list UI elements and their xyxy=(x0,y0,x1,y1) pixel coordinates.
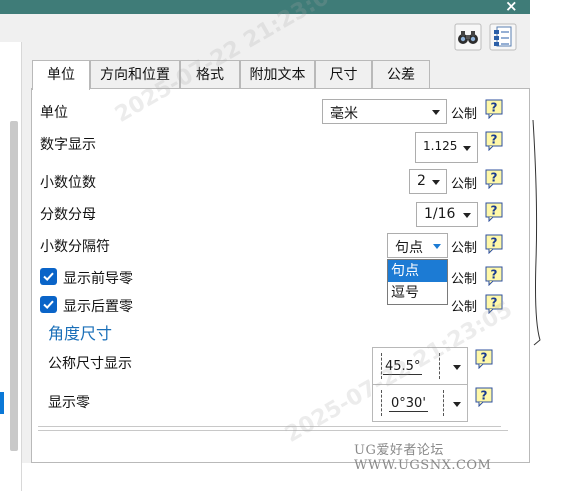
dropdown-option-comma[interactable]: 逗号 xyxy=(388,282,447,304)
help-icon[interactable]: ? xyxy=(485,234,503,255)
left-scrollbar[interactable] xyxy=(10,121,18,451)
svg-text:?: ? xyxy=(491,171,498,185)
extension-line xyxy=(381,390,382,416)
extension-line xyxy=(381,353,382,379)
decimal-places-value: 2 xyxy=(417,173,426,189)
units-metric-label: 公制 xyxy=(451,107,478,122)
units-select[interactable]: 毫米 xyxy=(322,99,447,124)
group-divider xyxy=(38,430,508,431)
close-button[interactable]: × xyxy=(505,0,518,15)
numeric-display-select[interactable]: 1.125 xyxy=(415,132,478,163)
zero-display-select[interactable]: 0°30' xyxy=(372,384,468,422)
decimal-separator-metric-label: 公制 xyxy=(451,241,478,256)
leading-zeros-metric-label: 公制 xyxy=(451,272,478,287)
chevron-down-icon xyxy=(463,146,471,151)
chevron-down-icon xyxy=(432,110,440,115)
title-bar xyxy=(0,0,530,14)
help-icon[interactable]: ? xyxy=(475,387,493,408)
chevron-down-icon xyxy=(432,180,440,185)
svg-text:?: ? xyxy=(491,236,498,250)
tab-units[interactable]: 单位 xyxy=(32,60,90,90)
decimal-separator-label: 小数分隔符 xyxy=(40,239,110,255)
forum-watermark: UG爱好者论坛 WWW.UGSNX.COM xyxy=(354,443,492,473)
units-select-value: 毫米 xyxy=(330,106,358,122)
binoculars-icon[interactable] xyxy=(453,23,483,51)
dropdown-option-period[interactable]: 句点 xyxy=(388,260,447,282)
extension-line xyxy=(443,390,444,416)
leading-zeros-label: 显示前导零 xyxy=(63,271,133,287)
decimal-places-label: 小数位数 xyxy=(40,175,96,191)
numeric-display-label: 数字显示 xyxy=(40,137,96,153)
svg-text:?: ? xyxy=(481,389,488,403)
svg-text:?: ? xyxy=(491,204,498,218)
graphics-area-edge xyxy=(530,0,567,463)
chevron-down-icon xyxy=(433,244,441,249)
nominal-display-label: 公称尺寸显示 xyxy=(48,356,132,372)
tab-appended-text[interactable]: 附加文本 xyxy=(240,60,315,89)
nominal-display-select[interactable]: 45.5° xyxy=(372,347,468,385)
svg-text:?: ? xyxy=(491,133,498,147)
decimal-separator-value: 句点 xyxy=(395,240,423,256)
help-icon[interactable]: ? xyxy=(485,266,503,287)
trailing-zeros-metric-label: 公制 xyxy=(451,300,478,315)
fraction-denominator-value: 1/16 xyxy=(424,206,456,222)
decimal-places-select[interactable]: 2 xyxy=(409,169,447,194)
decimal-separator-select[interactable]: 句点 xyxy=(387,233,448,258)
help-icon[interactable]: ? xyxy=(485,131,503,152)
tab-orientation-position[interactable]: 方向和位置 xyxy=(90,60,180,89)
help-icon[interactable]: ? xyxy=(475,349,493,370)
units-label: 单位 xyxy=(40,105,68,121)
help-icon[interactable]: ? xyxy=(485,169,503,190)
svg-text:?: ? xyxy=(491,101,498,115)
extension-line xyxy=(439,353,440,379)
help-icon[interactable]: ? xyxy=(485,294,503,315)
leading-zeros-checkbox[interactable] xyxy=(40,268,57,285)
chevron-down-icon xyxy=(463,213,471,218)
trailing-zeros-label: 显示后置零 xyxy=(63,299,133,315)
tab-tolerance[interactable]: 公差 xyxy=(372,60,430,89)
trailing-zeros-checkbox[interactable] xyxy=(40,296,57,313)
zero-display-value: 0°30' xyxy=(389,396,428,412)
help-icon[interactable]: ? xyxy=(485,202,503,223)
nominal-display-value: 45.5° xyxy=(383,359,423,375)
angular-dimensions-title: 角度尺寸 xyxy=(48,324,113,343)
checkmark-icon xyxy=(43,272,54,282)
left-tree-selection xyxy=(0,392,4,414)
svg-text:?: ? xyxy=(491,268,498,282)
document-list-icon[interactable] xyxy=(488,23,518,51)
help-icon[interactable]: ? xyxy=(485,99,503,120)
fraction-denominator-label: 分数分母 xyxy=(40,207,96,223)
chevron-down-icon xyxy=(453,402,461,407)
decimal-places-metric-label: 公制 xyxy=(451,177,478,192)
tab-dimension[interactable]: 尺寸 xyxy=(315,60,372,89)
numeric-display-value: 1.125 xyxy=(423,139,458,153)
tab-format[interactable]: 格式 xyxy=(180,60,240,89)
checkmark-icon xyxy=(43,300,54,310)
zero-display-label: 显示零 xyxy=(48,395,90,411)
svg-text:?: ? xyxy=(481,351,488,365)
fraction-denominator-select[interactable]: 1/16 xyxy=(416,202,478,227)
svg-text:?: ? xyxy=(491,296,498,310)
sketch-outline xyxy=(532,119,541,346)
chevron-down-icon xyxy=(453,365,461,370)
decimal-separator-dropdown: 句点 逗号 xyxy=(387,259,448,305)
